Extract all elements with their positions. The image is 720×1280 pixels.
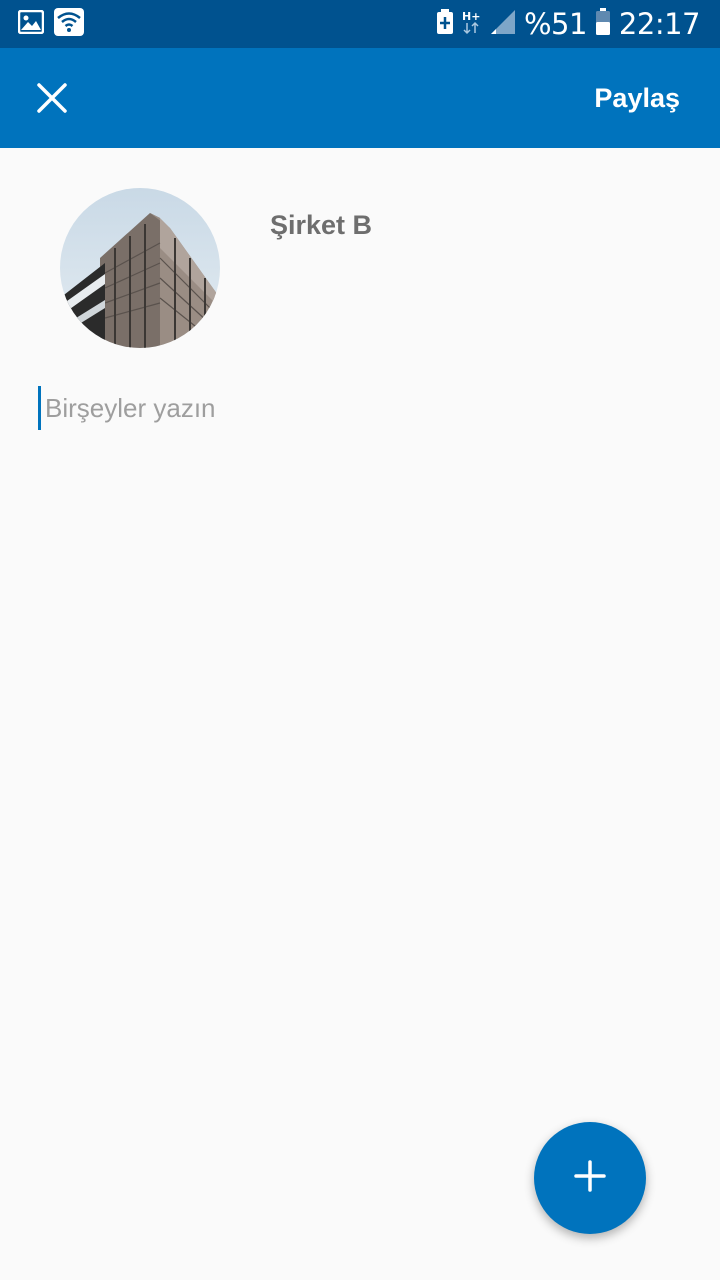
clock: 22:17 — [618, 7, 701, 41]
add-button[interactable] — [534, 1122, 646, 1234]
signal-icon — [490, 9, 516, 40]
close-button[interactable] — [24, 72, 80, 128]
svg-text:H+: H+ — [462, 10, 480, 23]
app-bar: Paylaş — [0, 48, 720, 148]
battery-icon — [595, 7, 611, 41]
wifi-icon — [54, 7, 84, 41]
status-bar-right: H+ %51 22:17 — [436, 0, 701, 48]
company-name: Şirket B — [270, 210, 373, 240]
plus-icon — [574, 1159, 606, 1197]
image-icon — [17, 9, 45, 39]
status-bar-left — [17, 7, 84, 41]
network-hplus-icon: H+ — [462, 9, 482, 40]
battery-percent: %51 — [523, 7, 587, 41]
battery-saver-icon — [436, 8, 454, 40]
post-text-input[interactable] — [38, 386, 678, 430]
close-icon — [37, 82, 67, 118]
company-avatar — [60, 188, 220, 348]
share-button[interactable]: Paylaş — [594, 76, 680, 120]
status-bar: H+ %51 22:17 — [0, 0, 720, 48]
